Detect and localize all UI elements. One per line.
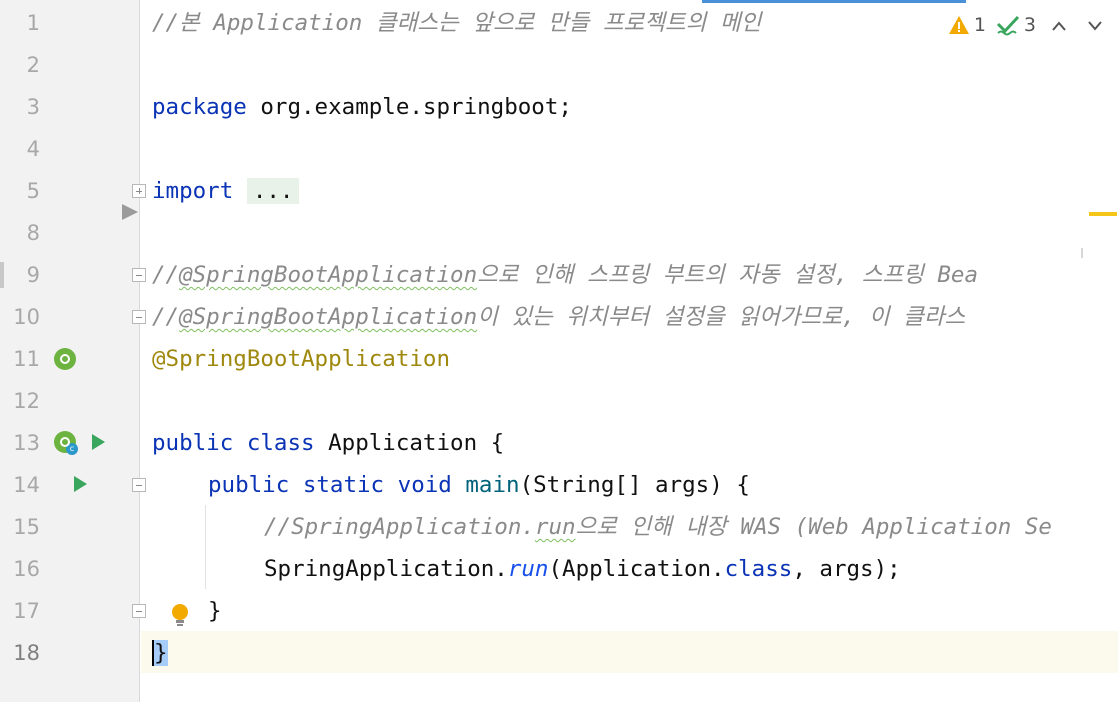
line-number: 2 (26, 53, 40, 77)
caret-brace: } (152, 640, 168, 666)
line-number: 13 (13, 431, 40, 455)
comment-annotation: @SpringBootApplication (179, 262, 478, 288)
code-line: //@SpringBootApplication으로 인해 스프링 부트의 자동… (152, 254, 978, 296)
code-line: @SpringBootApplication (152, 346, 451, 372)
code-line: public static void main(String[] args) { (208, 464, 750, 506)
code-line: } (152, 632, 168, 674)
weak-warnings-count: 3 (1023, 14, 1036, 36)
class-name: Application (328, 430, 478, 456)
collapse-fold-icon[interactable] (132, 310, 146, 324)
code-line: public class Application { (152, 422, 504, 464)
comment-prefix: //SpringApplication. (264, 514, 535, 540)
comment-text: 으로 인해 스프링 부트의 자동 설정, 스프링 Bea (477, 262, 979, 288)
code-line: } (208, 598, 222, 624)
folded-imports[interactable]: ... (246, 178, 300, 204)
code-text: org.example.springboot; (246, 94, 572, 120)
warnings-count: 1 (973, 14, 986, 36)
collapse-fold-icon[interactable] (132, 268, 146, 282)
keyword: public (208, 472, 290, 498)
code-line: //@SpringBootApplication이 있는 위치부터 설정을 읽어… (152, 296, 965, 338)
keyword: class (724, 556, 793, 582)
spring-bean-icon[interactable]: c (54, 431, 78, 455)
class-ref: SpringApplication. (264, 556, 508, 582)
line-number: 17 (13, 599, 40, 623)
comment-annotation: @SpringBootApplication (179, 304, 478, 330)
folded-region-arrow-icon (122, 204, 138, 220)
code-text: , args); (792, 556, 901, 582)
keyword: package (152, 94, 247, 120)
warning-icon (948, 16, 969, 34)
check-icon (996, 15, 1020, 36)
code-line: //SpringApplication.run으로 인해 내장 WAS (Web… (264, 506, 1052, 548)
run-gutter-icon[interactable] (92, 434, 105, 450)
line-number: 8 (26, 221, 40, 245)
code-line: import ... (152, 170, 300, 212)
code-line: SpringApplication.run(Application.class,… (264, 548, 901, 590)
warnings-indicator[interactable]: 1 (948, 14, 986, 36)
weak-warnings-indicator[interactable]: 3 (996, 14, 1036, 36)
keyword: void (397, 472, 452, 498)
line-number: 5 (26, 179, 40, 203)
comment-text: 으로 인해 내장 WAS (Web Application Se (575, 514, 1052, 540)
spring-bean-icon[interactable] (54, 348, 76, 370)
code-line: package org.example.springboot; (152, 86, 572, 128)
comment-text: 이 있는 위치부터 설정을 읽어가므로, 이 클라스 (477, 304, 966, 330)
keyword: import (152, 178, 234, 204)
keyword: class (246, 430, 315, 456)
intention-bulb-icon[interactable] (170, 603, 190, 629)
method-name: main (465, 472, 520, 498)
line-number: 3 (26, 95, 40, 119)
line-number: 11 (13, 347, 40, 371)
line-number: 15 (13, 515, 40, 539)
code-text: (Application. (548, 556, 725, 582)
comment-prefix: // (152, 304, 180, 330)
line-number: 16 (13, 557, 40, 581)
brace: { (490, 430, 505, 456)
line-number: 4 (26, 137, 40, 161)
comment-run: run (534, 514, 576, 540)
comment-prefix: // (152, 262, 180, 288)
collapse-fold-icon[interactable] (132, 604, 146, 618)
line-number: 9 (26, 263, 40, 287)
class-badge-icon: c (66, 443, 78, 455)
run-gutter-icon[interactable] (74, 476, 87, 492)
line-number: 12 (13, 389, 40, 413)
next-highlight-icon[interactable] (1082, 15, 1108, 36)
code-line: //본 Application 클래스는 앞으로 만들 프로젝트의 메인 (152, 10, 762, 36)
keyword: public (152, 430, 234, 456)
line-number: 14 (13, 473, 40, 497)
previous-highlight-icon[interactable] (1046, 15, 1072, 36)
line-number: 1 (26, 11, 40, 35)
static-method: run (507, 556, 549, 582)
indent-guide (205, 505, 206, 589)
scrollbar-tick (1081, 248, 1083, 258)
expand-fold-icon[interactable] (132, 184, 146, 198)
scrollbar-warning-marker[interactable] (1089, 212, 1117, 216)
line-number: 18 (13, 641, 40, 665)
inspection-widget: 1 3 (935, 8, 1108, 42)
keyword: static (302, 472, 385, 498)
collapse-fold-icon[interactable] (132, 478, 146, 492)
code-text: (String[] args) { (519, 472, 750, 498)
line-number: 10 (13, 305, 40, 329)
